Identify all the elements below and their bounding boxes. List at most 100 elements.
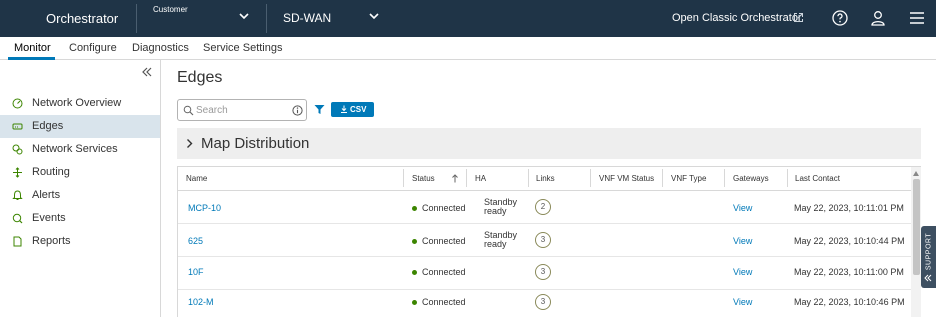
user-icon[interactable] xyxy=(869,9,887,27)
sidebar-item-network-services[interactable]: Network Services xyxy=(0,138,160,161)
column-header-name[interactable]: Name xyxy=(186,174,207,183)
column-header-status[interactable]: Status xyxy=(412,174,435,183)
customer-label: Customer xyxy=(153,5,188,14)
column-divider[interactable] xyxy=(528,169,529,187)
column-divider[interactable] xyxy=(403,169,404,187)
status-connected-dot xyxy=(412,270,417,275)
alert-icon xyxy=(12,190,23,200)
csv-label: CSV xyxy=(350,105,367,114)
column-divider[interactable] xyxy=(662,169,663,187)
last-contact: May 22, 2023, 10:10:44 PM xyxy=(794,236,905,246)
support-label: SUPPORT xyxy=(925,232,933,271)
main-content: Edges CSV Map Distribution Name Status H… xyxy=(161,60,936,317)
info-icon[interactable] xyxy=(292,105,303,116)
chevron-down-icon[interactable] xyxy=(238,10,250,22)
sidebar-item-label: Network Services xyxy=(32,143,118,155)
status-connected-dot xyxy=(412,239,417,244)
table-row[interactable]: MCP-10 Connected Standby ready 2 View May… xyxy=(178,191,911,224)
collapse-sidebar-icon[interactable] xyxy=(141,66,153,78)
tab-diagnostics[interactable]: Diagnostics xyxy=(132,42,189,54)
tab-monitor[interactable]: Monitor xyxy=(14,42,51,54)
column-header-gateways[interactable]: Gateways xyxy=(733,174,769,183)
sidebar-item-network-overview[interactable]: Network Overview xyxy=(0,92,160,115)
sidebar-item-routing[interactable]: Routing xyxy=(0,161,160,184)
top-header: Orchestrator Customer SD-WAN Open Classi… xyxy=(0,0,936,37)
sidebar: Network Overview Edges Network Services … xyxy=(0,60,161,317)
last-contact: May 22, 2023, 10:11:01 PM xyxy=(794,203,904,213)
header-divider xyxy=(266,4,267,33)
product-label: SD-WAN xyxy=(283,11,332,25)
external-link-icon[interactable] xyxy=(793,12,804,23)
map-distribution-panel[interactable]: Map Distribution xyxy=(177,128,921,159)
help-icon[interactable] xyxy=(831,9,849,27)
chevron-double-left-icon xyxy=(924,274,932,282)
support-tab[interactable]: SUPPORT xyxy=(921,226,936,288)
open-classic-link[interactable]: Open Classic Orchestrator xyxy=(672,12,802,24)
gateways-view-link[interactable]: View xyxy=(733,236,752,246)
edge-name-link[interactable]: 102-M xyxy=(188,297,214,307)
edge-name-link[interactable]: 10F xyxy=(188,267,204,277)
gateways-view-link[interactable]: View xyxy=(733,203,752,213)
column-header-links[interactable]: Links xyxy=(536,174,555,183)
gateways-view-link[interactable]: View xyxy=(733,267,752,277)
sort-ascending-icon[interactable] xyxy=(451,174,459,183)
column-header-ha[interactable]: HA xyxy=(475,174,486,183)
links-count-badge[interactable]: 3 xyxy=(535,232,551,248)
scrollbar-thumb[interactable] xyxy=(913,179,920,275)
edge-device-icon xyxy=(12,123,23,130)
table-row[interactable]: 10F Connected 3 View May 22, 2023, 10:11… xyxy=(178,257,911,290)
column-divider[interactable] xyxy=(724,169,725,187)
gauge-icon xyxy=(12,98,23,109)
last-contact: May 22, 2023, 10:11:00 PM xyxy=(794,267,904,277)
edge-name-link[interactable]: 625 xyxy=(188,236,203,246)
column-divider[interactable] xyxy=(466,169,467,187)
status-connected-dot xyxy=(412,206,417,211)
filter-icon[interactable] xyxy=(314,104,325,115)
edge-status: Connected xyxy=(422,267,466,277)
sidebar-item-reports[interactable]: Reports xyxy=(0,230,160,253)
gateways-view-link[interactable]: View xyxy=(733,297,752,307)
column-divider[interactable] xyxy=(787,169,788,187)
links-count-badge[interactable]: 2 xyxy=(535,199,551,215)
report-icon xyxy=(13,236,22,247)
chevron-right-icon[interactable] xyxy=(185,138,194,149)
column-header-vnf-vm-status[interactable]: VNF VM Status xyxy=(599,174,654,183)
search-input[interactable] xyxy=(196,103,286,117)
sidebar-item-label: Network Overview xyxy=(32,97,122,109)
header-divider xyxy=(136,4,137,33)
edge-status: Connected xyxy=(422,297,466,307)
table-row[interactable]: 625 Connected Standby ready 3 View May 22… xyxy=(178,224,911,257)
tab-service-settings[interactable]: Service Settings xyxy=(203,42,282,54)
column-header-last-contact[interactable]: Last Contact xyxy=(795,174,840,183)
edge-name-link[interactable]: MCP-10 xyxy=(188,203,221,213)
links-count-badge[interactable]: 3 xyxy=(535,294,551,310)
search-box[interactable] xyxy=(177,99,307,121)
scroll-up-icon[interactable] xyxy=(913,171,919,176)
table-scrollbar[interactable] xyxy=(911,167,921,317)
download-icon xyxy=(341,105,347,113)
edge-status: Connected xyxy=(422,203,466,213)
routing-icon xyxy=(13,167,22,178)
sidebar-item-events[interactable]: Events xyxy=(0,207,160,230)
menu-icon[interactable] xyxy=(908,9,926,27)
network-services-icon xyxy=(12,144,23,155)
chevron-down-icon[interactable] xyxy=(368,10,380,22)
export-csv-button[interactable]: CSV xyxy=(331,102,374,117)
sidebar-item-alerts[interactable]: Alerts xyxy=(0,184,160,207)
tab-configure[interactable]: Configure xyxy=(69,42,117,54)
links-count-badge[interactable]: 3 xyxy=(535,264,551,280)
ha-state-line: ready xyxy=(484,239,507,249)
page-title: Edges xyxy=(177,69,223,86)
sidebar-item-label: Alerts xyxy=(32,189,61,201)
sidebar-item-label: Routing xyxy=(32,166,70,178)
events-icon xyxy=(12,213,23,224)
sidebar-item-label: Events xyxy=(32,212,66,224)
search-icon xyxy=(183,105,194,116)
last-contact: May 22, 2023, 10:10:46 PM xyxy=(794,297,905,307)
app-brand[interactable]: Orchestrator xyxy=(46,11,118,26)
column-header-vnf-type[interactable]: VNF Type xyxy=(671,174,706,183)
sidebar-item-edges[interactable]: Edges xyxy=(0,115,160,138)
table-row[interactable]: 102-M Connected 3 View May 22, 2023, 10:… xyxy=(178,288,911,317)
edges-table: Name Status HA Links VNF VM Status VNF T… xyxy=(177,166,921,317)
column-divider[interactable] xyxy=(590,169,591,187)
